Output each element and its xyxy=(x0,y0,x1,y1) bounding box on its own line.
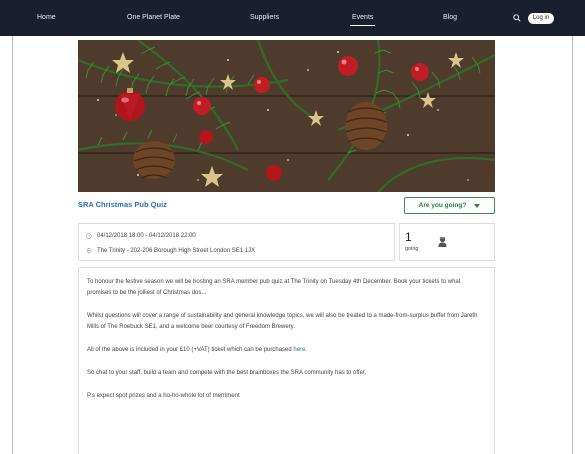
caret-down-icon xyxy=(474,203,481,208)
going-label: going xyxy=(405,246,419,252)
description-paragraph: Whilst questions will cover a range of s… xyxy=(87,313,478,330)
description-paragraph: So chat to your staff, build a team and … xyxy=(87,370,367,376)
nav-events[interactable]: Events xyxy=(349,14,376,26)
description-paragraph: To honour the festive season we will be … xyxy=(87,279,461,296)
nav-blog[interactable]: Blog xyxy=(443,14,457,21)
login-button[interactable]: Log in xyxy=(528,13,554,24)
location-pin-icon xyxy=(86,248,92,254)
event-hero-image xyxy=(78,40,495,192)
event-location-row: The Trinity - 202-206 Borough High Stree… xyxy=(86,248,255,254)
event-title[interactable]: SRA Christmas Pub Quiz xyxy=(78,200,167,209)
christmas-decoration-image xyxy=(78,40,495,192)
search-icon[interactable] xyxy=(513,14,521,22)
are-you-going-label: Are you going? xyxy=(418,202,467,209)
description-paragraph: P.s expect spot prizes and a ho-ho-whole… xyxy=(87,393,240,399)
attendee-count-box: 1 going xyxy=(399,223,495,261)
nav-one-planet-plate[interactable]: One Planet Plate xyxy=(127,14,180,21)
attendee-avatar-icon[interactable] xyxy=(438,236,447,247)
event-details-box: 04/12/2018 18:00 - 04/12/2018 22:00 The … xyxy=(78,223,395,261)
event-datetime: 04/12/2018 18:00 - 04/12/2018 22:00 xyxy=(97,233,196,239)
are-you-going-dropdown[interactable]: Are you going? xyxy=(404,197,495,214)
clock-icon xyxy=(86,233,92,239)
ticket-purchase-link[interactable]: here. xyxy=(293,347,307,353)
description-paragraph: All of the above is included in your £10… xyxy=(87,345,486,356)
top-nav: Home One Planet Plate Suppliers Events B… xyxy=(0,0,585,36)
event-datetime-row: 04/12/2018 18:00 - 04/12/2018 22:00 xyxy=(86,233,196,239)
going-count: 1 xyxy=(405,230,412,244)
ticket-text: All of the above is included in your £10… xyxy=(87,347,294,353)
nav-suppliers[interactable]: Suppliers xyxy=(250,14,279,21)
nav-home[interactable]: Home xyxy=(37,14,56,21)
event-description: To honour the festive season we will be … xyxy=(78,267,495,454)
event-location: The Trinity - 202-206 Borough High Stree… xyxy=(97,248,256,254)
